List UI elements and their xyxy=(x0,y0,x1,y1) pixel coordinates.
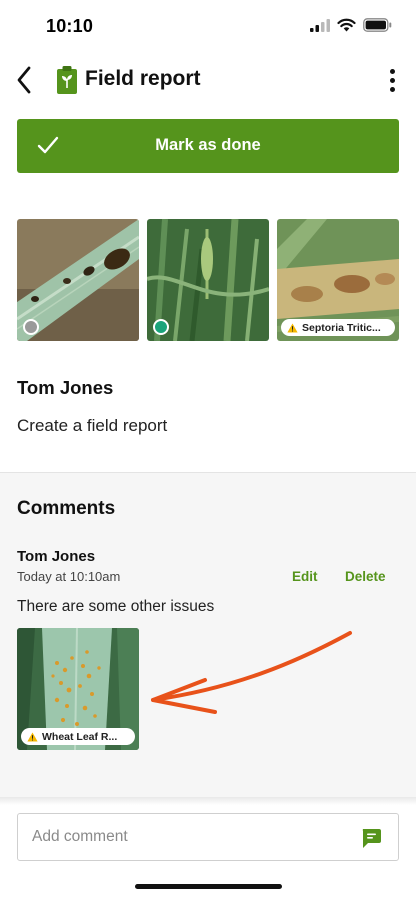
photo-thumbnail[interactable]: Septoria Tritic... xyxy=(277,219,399,341)
edit-comment-button[interactable]: Edit xyxy=(292,569,318,584)
battery-icon xyxy=(363,18,392,32)
photo-thumbnail[interactable] xyxy=(147,219,269,341)
chevron-left-icon xyxy=(17,66,31,94)
more-vertical-icon xyxy=(389,68,395,74)
mark-as-done-button[interactable]: Mark as done xyxy=(17,119,399,173)
signal-icon xyxy=(310,18,330,32)
header: Field report xyxy=(0,58,416,102)
report-author: Tom Jones xyxy=(17,377,114,398)
home-indicator xyxy=(135,884,282,889)
comment-author: Tom Jones xyxy=(17,548,96,565)
tag-label: Wheat Leaf R... xyxy=(42,730,118,743)
composer-divider xyxy=(0,797,416,805)
more-options-button[interactable] xyxy=(384,64,400,96)
tag-label: Septoria Tritic... xyxy=(302,321,381,334)
status-icons xyxy=(310,18,392,32)
warning-icon xyxy=(287,323,298,332)
plant-clipboard-icon xyxy=(57,66,77,94)
comments-section: Comments Tom Jones Today at 10:10am Edit… xyxy=(0,472,416,802)
add-comment-input[interactable] xyxy=(32,814,352,860)
chat-bubble-icon[interactable] xyxy=(360,827,382,849)
comment-composer xyxy=(17,813,399,861)
disease-tag: Septoria Tritic... xyxy=(281,319,395,336)
annotation-arrow xyxy=(151,631,352,714)
status-dot-green xyxy=(153,319,169,335)
comments-title: Comments xyxy=(17,498,116,519)
status-bar: 10:10 xyxy=(0,0,416,52)
warning-icon xyxy=(27,732,38,741)
back-button[interactable] xyxy=(10,62,38,98)
comment-timestamp: Today at 10:10am xyxy=(17,569,121,584)
disease-tag: Wheat Leaf R... xyxy=(21,728,135,745)
comment-text: There are some other issues xyxy=(17,598,215,615)
page-title: Field report xyxy=(85,67,201,90)
wifi-icon xyxy=(337,18,356,32)
delete-comment-button[interactable]: Delete xyxy=(345,569,386,584)
status-time: 10:10 xyxy=(46,16,94,36)
mark-as-done-label: Mark as done xyxy=(155,136,261,154)
photo-thumbnail[interactable] xyxy=(17,219,139,341)
status-dot-grey xyxy=(23,319,39,335)
comment-photo[interactable]: Wheat Leaf R... xyxy=(17,628,139,750)
report-description: Create a field report xyxy=(17,416,168,435)
